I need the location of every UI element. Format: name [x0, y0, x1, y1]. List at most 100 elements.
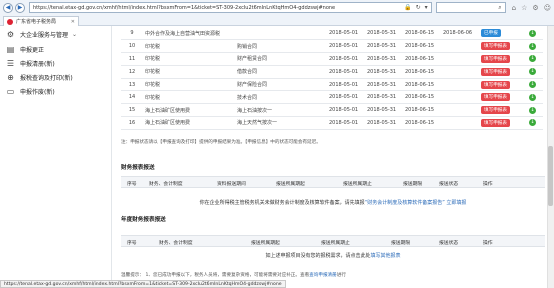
download-icon[interactable]: ↓: [528, 106, 536, 114]
dropdown-icon[interactable]: ▾: [425, 4, 428, 11]
column-header: 财务、会计制度: [149, 182, 183, 187]
sidebar: ⚙ 大企业服务与管理 ⌄ ▤ 申报更正 ☰ 申报清册(新) ⊕ 报税查询及打印(…: [0, 26, 112, 288]
browser-tab[interactable]: 广东省电子税务局 ✕: [3, 16, 79, 26]
fill-form-button[interactable]: 填写申报表: [481, 106, 510, 115]
refresh-icon[interactable]: ↻: [416, 4, 421, 11]
other-report-link[interactable]: 填写其他报表: [371, 253, 401, 259]
sidebar-item-label: 报税查询及打印(新): [20, 74, 73, 82]
filed-date: [441, 103, 479, 118]
row-number: 16: [121, 116, 143, 130]
download-cell: ↓: [526, 78, 543, 92]
action-cell: 填写申报表: [479, 52, 527, 66]
document-cancel-icon: ▭: [6, 86, 15, 96]
settings-gear-icon[interactable]: ⚙: [532, 4, 538, 12]
deadline: 2018-06-15: [403, 39, 441, 54]
search-box[interactable]: ⌕: [435, 2, 506, 13]
period-end: 2018-05-31: [365, 39, 403, 54]
filed-date: [441, 65, 479, 79]
tax-subitem: 借款合同: [235, 65, 327, 79]
declaration-list-link[interactable]: 查询申报清册: [309, 273, 337, 278]
row-number: 14: [121, 90, 143, 105]
filed-date: 2018-06-06: [441, 27, 479, 41]
period-end: 2018-05-31: [365, 65, 403, 79]
close-tab-icon[interactable]: ✕: [71, 19, 75, 25]
period-start: 2018-05-01: [327, 39, 365, 54]
tax-item-name: 印花税: [143, 39, 235, 54]
download-icon[interactable]: ↓: [528, 55, 536, 63]
sidebar-item-label: 申报清册(新): [20, 60, 55, 68]
row-number: 12: [121, 65, 143, 79]
download-cell: ↓: [526, 39, 543, 54]
search-icon[interactable]: ⌕: [498, 4, 501, 12]
building-icon: ⚙: [6, 29, 15, 39]
table-row: 12 印花税 借款合同 2018-05-01 2018-05-31 2018-06-15 填…: [121, 65, 543, 79]
back-button[interactable]: ◀: [3, 2, 13, 13]
smiley-icon[interactable]: ☺: [544, 4, 551, 12]
sidebar-item-void[interactable]: ▭ 申报作废(新): [6, 85, 55, 97]
status-note: 注：申报状态请以【申报查询及打印】提供的申报结果为准。【申报信息】中的状态可能会…: [121, 140, 321, 145]
sidebar-item-enterprise-service[interactable]: ⚙ 大企业服务与管理 ⌄: [6, 28, 77, 40]
tab-row: 广东省电子税务局 ✕: [0, 15, 554, 26]
deadline: 2018-06-15: [403, 27, 441, 41]
row-number: 10: [121, 39, 143, 54]
fill-form-button[interactable]: 填写申报表: [481, 93, 510, 102]
home-icon[interactable]: ⌂: [512, 4, 516, 12]
filed-date: [441, 52, 479, 66]
fill-form-button[interactable]: 填写申报表: [481, 42, 510, 51]
table-row: 9 中外合作及海上自营油气田资源税 2018-05-01 2018-05-31 2018…: [121, 27, 543, 41]
sidebar-item-label: 申报更正: [20, 46, 45, 54]
fill-now-link[interactable]: 立即填报: [446, 200, 466, 206]
fill-form-button[interactable]: 填写申报表: [481, 118, 510, 127]
row-number: 11: [121, 52, 143, 66]
filed-date: [441, 90, 479, 105]
deadline: 2018-06-15: [403, 78, 441, 92]
period-end: 2018-05-31: [365, 116, 403, 130]
filing-report-link[interactable]: “财务会计制度及核算软件备案报告”: [365, 200, 445, 206]
download-icon[interactable]: ↓: [528, 29, 536, 37]
download-icon[interactable]: ↓: [528, 42, 536, 50]
address-bar[interactable]: https://tenal.etax-gd.gov.cn/xmhf/html/i…: [29, 2, 432, 13]
fill-form-button[interactable]: 填写申报表: [481, 80, 510, 89]
download-cell: ↓: [526, 116, 543, 130]
column-header: 报送状态: [439, 182, 459, 187]
favicon-icon: [7, 18, 13, 25]
download-cell: ↓: [526, 90, 543, 105]
action-cell: 填写申报表: [479, 65, 527, 79]
download-icon[interactable]: ↓: [528, 93, 536, 101]
scrollbar-thumb[interactable]: [548, 146, 553, 206]
sidebar-item-correction[interactable]: ▤ 申报更正: [6, 43, 44, 55]
annual-report-header: 序号 财务、会计制度 报送所属期起 报送所属期止 报送期限 报送状态 操作: [121, 235, 545, 247]
declared-button[interactable]: 已申报: [481, 29, 501, 38]
forward-button[interactable]: ▶: [15, 2, 25, 13]
column-header: 报送期限: [391, 241, 411, 246]
fill-form-button[interactable]: 填写申报表: [481, 54, 510, 63]
download-icon[interactable]: ↓: [528, 119, 536, 127]
tip-text: 温馨提示： 1、您已成功申报以下，税务人员将，需要复杂资格，可能将需要对应补正。…: [121, 273, 346, 278]
tax-subitem: 购销合同: [235, 39, 327, 54]
tax-subitem: 海上石油按次一: [235, 103, 327, 118]
print-icon: ⊕: [7, 72, 14, 82]
tax-item-name: 印花税: [143, 90, 235, 105]
fill-form-button[interactable]: 填写申报表: [481, 67, 510, 76]
favorites-star-icon[interactable]: ☆: [521, 4, 527, 12]
declaration-table: 9 中外合作及海上自营油气田资源税 2018-05-01 2018-05-31 2018…: [121, 27, 543, 130]
tax-item-name: 中外合作及海上自营油气田资源税: [143, 27, 235, 41]
action-cell: 填写申报表: [479, 116, 527, 130]
vertical-scrollbar[interactable]: [547, 26, 554, 288]
column-header: 报送所属期止: [343, 182, 372, 187]
sidebar-item-query-print[interactable]: ⊕ 报税查询及打印(新): [6, 71, 73, 83]
action-cell: 填写申报表: [479, 103, 527, 118]
period-start: 2018-05-01: [327, 116, 365, 130]
tab-title: 广东省电子税务局: [16, 19, 57, 25]
sidebar-item-declaration-list[interactable]: ☰ 申报清册(新): [6, 57, 55, 69]
filed-date: [441, 39, 479, 54]
document-edit-icon: ▤: [6, 44, 15, 54]
download-cell: ↓: [526, 27, 543, 41]
back-arrow-icon: ◀: [5, 3, 11, 11]
tax-subitem: 财产租赁合同: [235, 52, 327, 66]
download-icon[interactable]: ↓: [528, 68, 536, 76]
download-icon[interactable]: ↓: [528, 81, 536, 89]
table-row: 11 印花税 财产租赁合同 2018-05-01 2018-05-31 2018-06-1…: [121, 52, 543, 66]
period-end: 2018-05-31: [365, 103, 403, 118]
filed-date: [441, 116, 479, 130]
